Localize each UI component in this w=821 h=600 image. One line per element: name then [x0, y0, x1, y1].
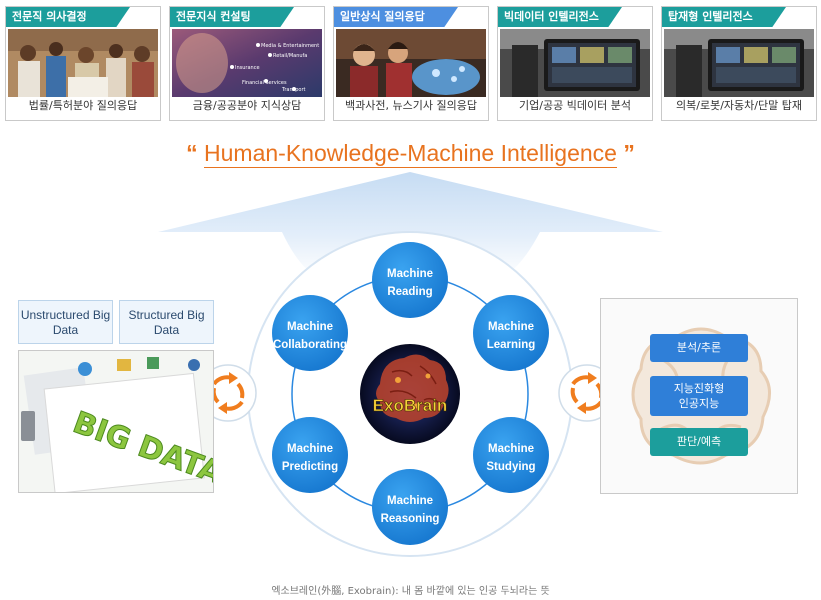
btn-label: 판단/예측 — [676, 435, 722, 448]
node-label-line1: Machine — [488, 443, 534, 455]
footer-caption: 엑소브레인(外腦, Exobrain): 내 몸 바깥에 있는 인공 두뇌라는 … — [271, 586, 550, 597]
node-predicting: Machine Predicting — [272, 417, 348, 493]
node-label-line1: Machine — [387, 495, 433, 507]
node-label-line2: Predicting — [282, 461, 338, 473]
node-label-line2: Reading — [387, 286, 432, 298]
browser-icon — [78, 362, 92, 376]
spreadsheet-icon — [147, 357, 159, 369]
node-label-line2: Collaborating — [273, 339, 347, 351]
structured-label: Structured Big Data — [128, 308, 205, 337]
phone-icon — [21, 411, 35, 441]
network-icon — [188, 359, 200, 371]
node-collaborating: Machine Collaborating — [272, 295, 348, 371]
judgment-prediction-button: 판단/예측 — [650, 428, 748, 456]
node-reading: Machine Reading — [372, 242, 448, 318]
node-reasoning: Machine Reasoning — [372, 469, 448, 545]
btn-label-line2: 인공지능 — [678, 397, 720, 410]
structured-big-data-box: Structured Big Data — [119, 300, 214, 344]
node-label-line1: Machine — [287, 443, 333, 455]
exobrain-label: ExoBrain — [373, 396, 448, 415]
node-label-line2: Studying — [486, 461, 535, 473]
btn-label-line1: 지능진화형 — [673, 382, 725, 395]
node-label-line1: Machine — [287, 321, 333, 333]
btn-label: 분석/추론 — [676, 341, 722, 354]
node-label-line2: Learning — [487, 339, 536, 351]
node-studying: Machine Studying — [473, 417, 549, 493]
folder-icon — [117, 359, 131, 371]
analysis-inference-button: 분석/추론 — [650, 334, 748, 362]
evolving-ai-button: 지능진화형 인공지능 — [650, 376, 748, 416]
node-label-line2: Reasoning — [381, 513, 440, 525]
node-label-line1: Machine — [387, 268, 433, 280]
unstructured-label: Unstructured Big Data — [20, 308, 111, 337]
unstructured-big-data-box: Unstructured Big Data — [18, 300, 113, 344]
big-data-illustration: BIG DATA — [18, 350, 214, 493]
node-label-line1: Machine — [488, 321, 534, 333]
node-learning: Machine Learning — [473, 295, 549, 371]
